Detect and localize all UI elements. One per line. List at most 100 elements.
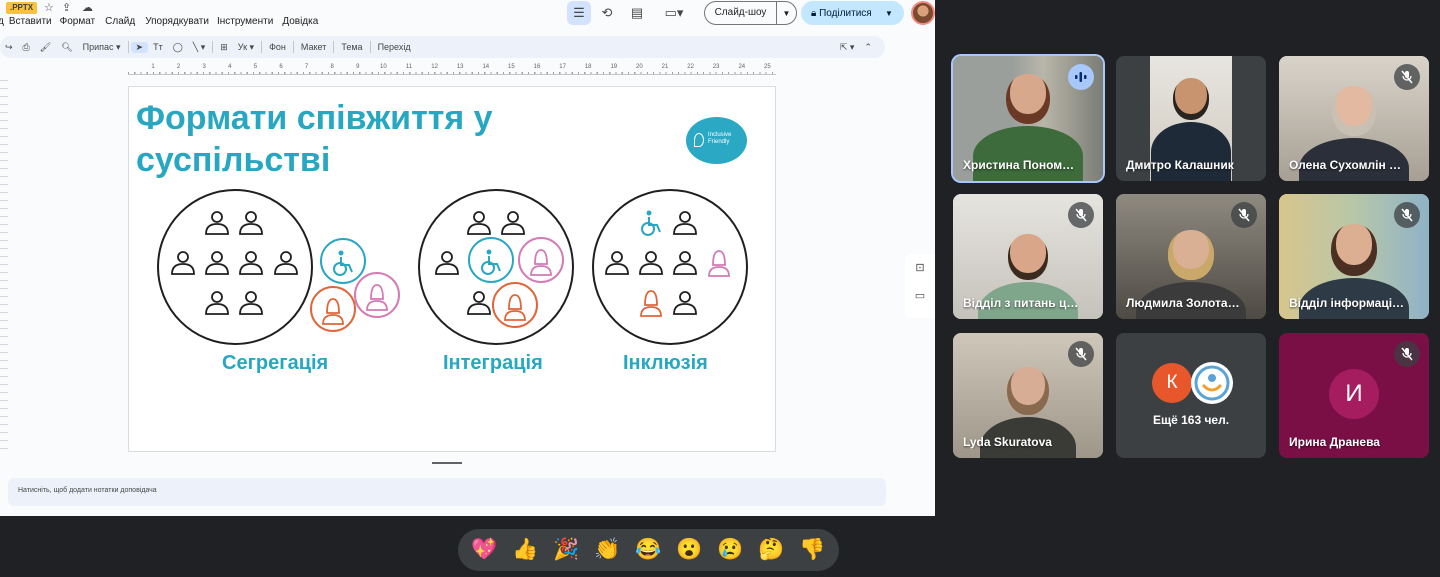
ruler-label: 21 (661, 64, 669, 70)
participant-tile[interactable]: Lyda Skuratova (953, 333, 1103, 458)
participant-tile[interactable]: Людмила Золота… (1116, 194, 1266, 319)
participant-name: Відділ з питань ц… (963, 296, 1079, 310)
zoom-icon[interactable]: 🔍︎ (56, 42, 77, 53)
participant-tile[interactable]: Олена Сухомлін … (1279, 56, 1429, 181)
comment-add-icon[interactable]: ⊞ (215, 42, 233, 53)
reaction-thumbs-up[interactable]: 👍 (509, 533, 543, 567)
mic-off-icon (1068, 202, 1094, 228)
panel-resize-handle[interactable] (432, 462, 462, 464)
ruler-labels: 1 2 3 4 5 6 7 8 9 10 11 12 13 14 15 16 17 18 19 20 21 22 23 24 2… (128, 64, 776, 72)
participant-tile[interactable]: Відділ інформаці… (1279, 194, 1429, 319)
reaction-thinking[interactable]: 🤔 (755, 533, 789, 567)
pointer-mode-icon[interactable]: ⇱ ▾ (835, 42, 860, 53)
person-icon (239, 211, 263, 235)
folder-icon[interactable]: ▭ (905, 282, 935, 310)
cloud-status-icon[interactable]: ☁ (82, 1, 93, 14)
redo-icon[interactable]: ↪ (0, 42, 18, 53)
history-icon[interactable]: ⟲ (595, 1, 619, 25)
participant-name: Ирина Дранева (1289, 435, 1380, 449)
helping-hands-icon (1194, 365, 1230, 401)
participant-tile[interactable]: Відділ з питань ц… (953, 194, 1103, 319)
reaction-party[interactable]: 🎉 (550, 533, 584, 567)
move-to-drive-icon[interactable]: ⇪ (62, 1, 71, 14)
transition-button[interactable]: Перехід (373, 42, 416, 52)
ruler-label: 24 (738, 64, 746, 70)
wheelchair-ring (468, 237, 514, 283)
participant-name: Відділ інформаці… (1289, 296, 1405, 310)
reaction-heart[interactable]: 💖 (468, 533, 502, 567)
file-format-badge: .PPTX (6, 2, 38, 14)
ruler-label: 23 (712, 64, 720, 70)
avatar: И (1329, 369, 1379, 419)
zoom-select[interactable]: Припас ▾ (78, 42, 126, 53)
menu-item-format[interactable]: Формат (60, 16, 96, 30)
print-icon[interactable]: ⎙ (18, 42, 35, 53)
chevron-down-icon[interactable]: ▼ (777, 9, 796, 18)
ruler-label: 8 (330, 64, 334, 70)
background-button[interactable]: Фон (264, 42, 291, 52)
menu-item-insert[interactable]: Вставити (9, 16, 52, 30)
reactions-bar: 💖 👍 🎉 👏 😂 😮 😢 🤔 👎 (458, 529, 839, 571)
slideshow-button[interactable]: Слайд-шоу ▼ (704, 1, 797, 25)
paint-format-icon[interactable]: 🖌︎ (35, 42, 56, 53)
meet-camera-icon[interactable]: ▭▾ (659, 1, 689, 25)
wheelchair-icon (641, 210, 661, 236)
ruler-label: 16 (533, 64, 541, 70)
ruler-label: 19 (610, 64, 618, 70)
menu-item-slide[interactable]: Слайд (105, 16, 135, 30)
participant-tile[interactable]: Христина Поном… (953, 56, 1103, 181)
person-icon (239, 251, 263, 275)
segregation-circle (157, 189, 313, 345)
person-icon (467, 291, 491, 315)
menu-item-view[interactable]: д (0, 16, 4, 30)
avatar (1191, 362, 1233, 404)
mic-off-icon (1394, 202, 1420, 228)
menu-item-arrange[interactable]: Упорядкувати (145, 16, 209, 30)
share-button[interactable]: 🔒︎ Поділитися ▼ (801, 1, 904, 25)
reaction-surprised[interactable]: 😮 (673, 533, 707, 567)
menu-item-help[interactable]: Довідка (282, 16, 318, 30)
reaction-thumbs-down[interactable]: 👎 (796, 533, 830, 567)
speaker-notes[interactable]: Натисніть, щоб додати нотатки доповідача (8, 478, 886, 506)
mic-off-icon (1068, 341, 1094, 367)
participant-name: Олена Сухомлін … (1289, 158, 1402, 172)
menu-item-tools[interactable]: Інструменти (217, 16, 273, 30)
shape-tool-icon[interactable]: ◯ (168, 42, 188, 53)
comments-icon[interactable]: ▤ (625, 1, 649, 25)
theme-button[interactable]: Тема (336, 42, 367, 52)
slide[interactable]: Формати співжиття у суспільстві Inclusiv… (128, 86, 776, 452)
person-icon (274, 251, 298, 275)
ruler-label: 6 (279, 64, 283, 70)
collapse-toolbar-icon[interactable]: ⌃ (859, 42, 877, 53)
reaction-laugh[interactable]: 😂 (632, 533, 666, 567)
ruler-label: 2 (176, 64, 181, 70)
keep-icon[interactable]: ⊡ (905, 254, 935, 282)
ruler-label: 18 (584, 64, 592, 70)
presenter-icon[interactable]: ☰ (567, 1, 591, 25)
vertical-ruler (0, 80, 8, 450)
text-box-tool[interactable]: Tт (148, 42, 168, 52)
label-inclusion: Інклюзія (623, 352, 708, 374)
header-actions: ☰ ⟲ ▤ ▭▾ (567, 0, 689, 26)
reaction-sad[interactable]: 😢 (714, 533, 748, 567)
editing-toolbar: ↪ ⎙ 🖌︎ 🔍︎ Припас ▾ ➤ Tт ◯ ╲ ▾ ⊞ Ук ▾ Фон… (0, 36, 885, 58)
layout-button[interactable]: Макет (296, 42, 331, 52)
participant-tile[interactable]: И Ирина Дранева (1279, 333, 1429, 458)
input-tools-icon[interactable]: Ук ▾ (233, 42, 259, 53)
reaction-clap[interactable]: 👏 (591, 533, 625, 567)
person-icon (205, 251, 229, 275)
line-tool-icon[interactable]: ╲ ▾ (188, 42, 210, 53)
person-icon (501, 211, 525, 235)
person-icon (673, 251, 697, 275)
star-icon[interactable]: ☆ (44, 1, 54, 14)
more-participants-count: Ещё 163 чел. (1152, 413, 1230, 427)
mic-off-icon (1231, 202, 1257, 228)
participant-tile[interactable]: Дмитро Калашник (1116, 56, 1266, 181)
avatar[interactable] (911, 1, 935, 25)
chevron-down-icon[interactable]: ▼ (885, 9, 893, 18)
participant-name: Людмила Золота… (1126, 296, 1240, 310)
more-participants-tile[interactable]: К Ещё 163 чел. (1116, 333, 1266, 458)
select-tool-icon[interactable]: ➤ (130, 41, 149, 53)
mic-off-icon (1394, 341, 1420, 367)
ruler-label: 17 (559, 64, 566, 70)
